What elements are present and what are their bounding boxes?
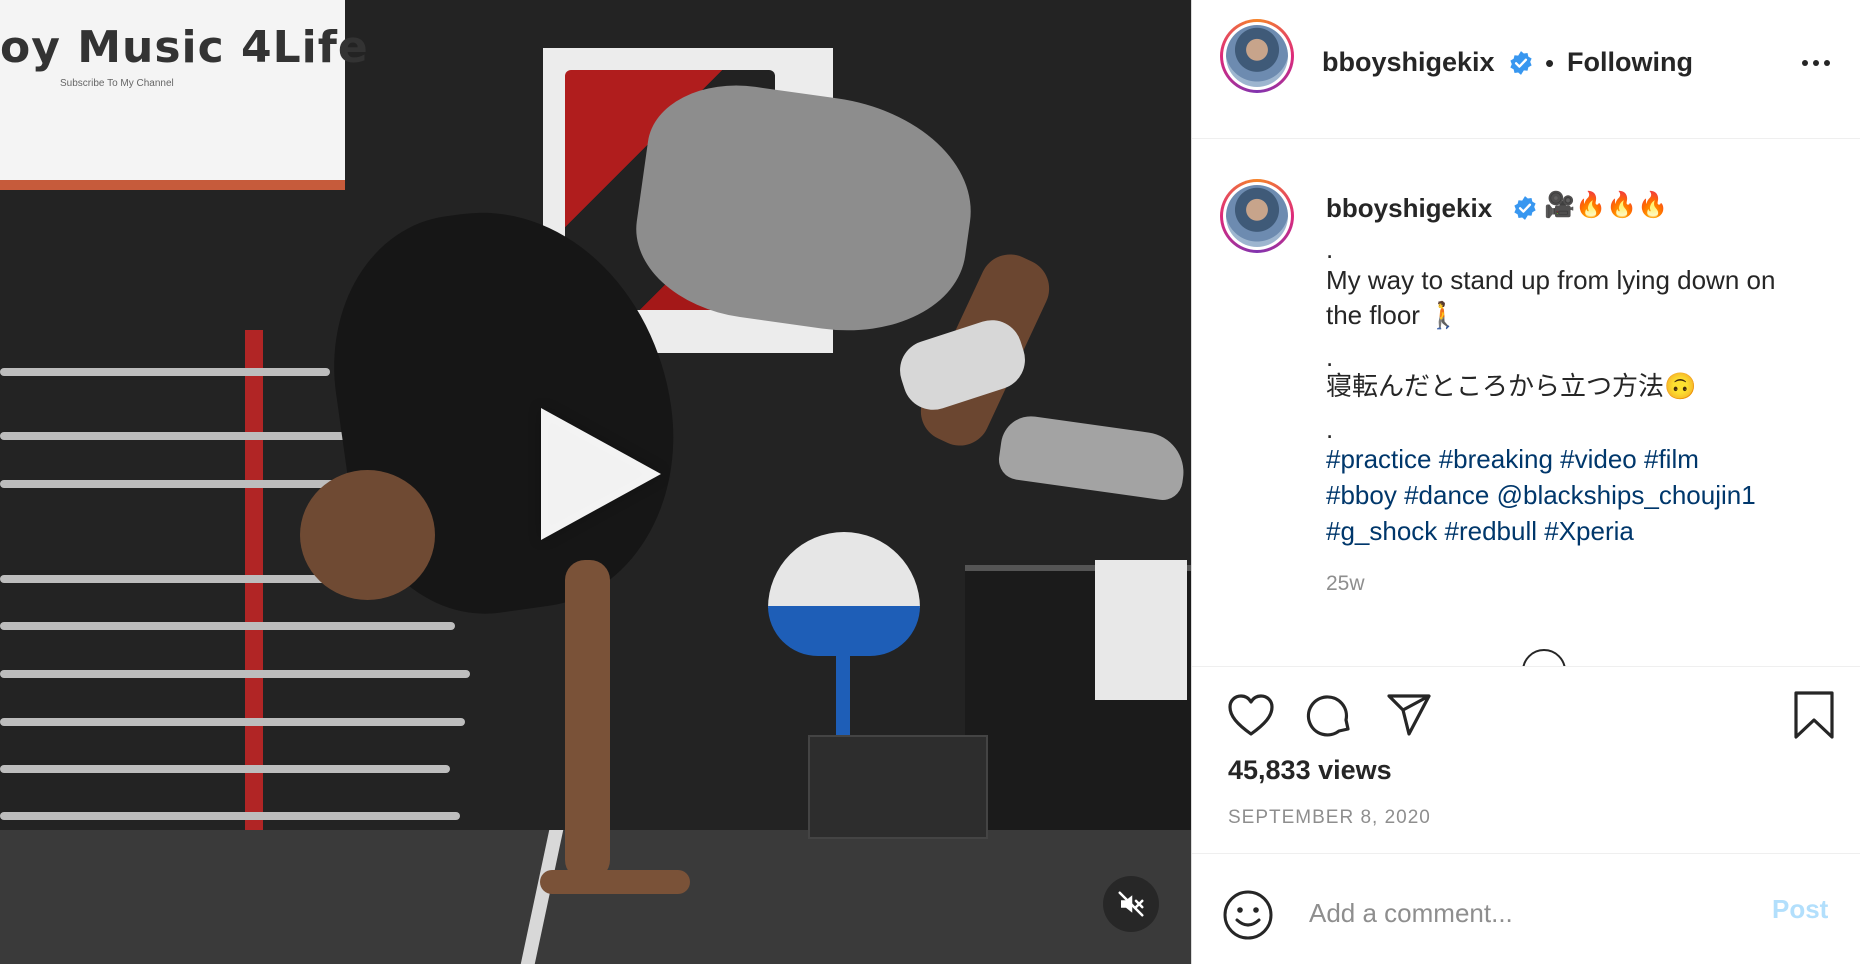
share-button[interactable] bbox=[1384, 690, 1434, 740]
caption-avatar[interactable] bbox=[1220, 179, 1294, 253]
caption-line: 寝転んだところから立つ方法🙃 bbox=[1326, 371, 1697, 401]
comment-avatar-peek bbox=[1522, 649, 1566, 666]
caption-area: bboyshigekix 🎥🔥🔥🔥 . My way to stand up f… bbox=[1192, 139, 1860, 667]
video-rack-bar bbox=[0, 368, 330, 376]
avatar-image bbox=[1226, 185, 1288, 247]
bookmark-icon bbox=[1794, 691, 1834, 739]
verified-badge-icon bbox=[1514, 196, 1536, 220]
views-count[interactable]: 45,833 views bbox=[1228, 755, 1392, 786]
video-dancer-arm bbox=[565, 560, 610, 880]
caption-line: the floor 🚶 bbox=[1326, 300, 1460, 330]
verified-badge-icon bbox=[1510, 51, 1532, 75]
caption-username[interactable]: bboyshigekix bbox=[1326, 193, 1492, 224]
video-dancer-head bbox=[300, 470, 435, 600]
video-rack-bar bbox=[0, 432, 360, 440]
caption-line: My way to stand up from lying down on bbox=[1326, 265, 1776, 295]
avatar[interactable] bbox=[1220, 19, 1294, 93]
caption-timestamp[interactable]: 25w bbox=[1326, 572, 1365, 596]
emoji-icon[interactable] bbox=[1222, 889, 1274, 941]
caption-emoji: 🎥🔥🔥🔥 bbox=[1544, 191, 1669, 219]
video-rack-bar bbox=[0, 812, 460, 820]
caption-hashtags[interactable]: #g_shock #redbull #Xperia bbox=[1326, 513, 1634, 549]
save-button[interactable] bbox=[1789, 690, 1839, 740]
post-side-panel: bboyshigekix • Following bboyshigekix 🎥🔥… bbox=[1191, 0, 1860, 964]
muted-speaker-icon bbox=[1118, 891, 1144, 917]
post-video[interactable]: oy Music 4Life Subscribe To My Channel bbox=[0, 0, 1191, 964]
caption-hashtags[interactable]: #bboy #dance @blackships_choujin1 bbox=[1326, 477, 1756, 513]
video-screen-title: oy Music 4Life bbox=[0, 22, 369, 73]
video-rack-bar bbox=[0, 670, 470, 678]
comment-bubble-icon bbox=[1306, 695, 1350, 737]
comment-button[interactable] bbox=[1305, 690, 1355, 740]
video-rack-bar bbox=[0, 622, 455, 630]
send-icon bbox=[1387, 694, 1431, 736]
comment-bar: Post bbox=[1192, 853, 1860, 964]
video-dancer-hand bbox=[540, 870, 690, 894]
avatar-image bbox=[1226, 25, 1288, 87]
heart-icon bbox=[1228, 694, 1274, 736]
play-icon[interactable] bbox=[541, 408, 661, 540]
post-comment-button[interactable]: Post bbox=[1772, 894, 1828, 925]
video-towel bbox=[1095, 560, 1187, 700]
caption-hashtags[interactable]: #practice #breaking #video #film bbox=[1326, 441, 1699, 477]
more-dots-icon[interactable] bbox=[1802, 60, 1830, 66]
post-header: bboyshigekix • Following bbox=[1192, 0, 1860, 139]
video-plyo-box bbox=[808, 735, 988, 839]
post-actions bbox=[1192, 667, 1860, 740]
header-username[interactable]: bboyshigekix bbox=[1322, 47, 1495, 78]
video-background-screen: oy Music 4Life Subscribe To My Channel bbox=[0, 0, 368, 190]
video-rack-bar bbox=[0, 718, 465, 726]
mute-toggle-button[interactable] bbox=[1103, 876, 1159, 932]
following-button[interactable]: Following bbox=[1567, 47, 1693, 78]
video-ball-stand bbox=[836, 655, 850, 735]
post-date[interactable]: SEPTEMBER 8, 2020 bbox=[1228, 807, 1431, 829]
like-button[interactable] bbox=[1226, 690, 1276, 740]
comment-input[interactable] bbox=[1307, 892, 1741, 934]
video-rack-bar bbox=[0, 765, 450, 773]
header-separator: • bbox=[1545, 48, 1555, 78]
video-screen-subtitle: Subscribe To My Channel bbox=[60, 78, 174, 89]
